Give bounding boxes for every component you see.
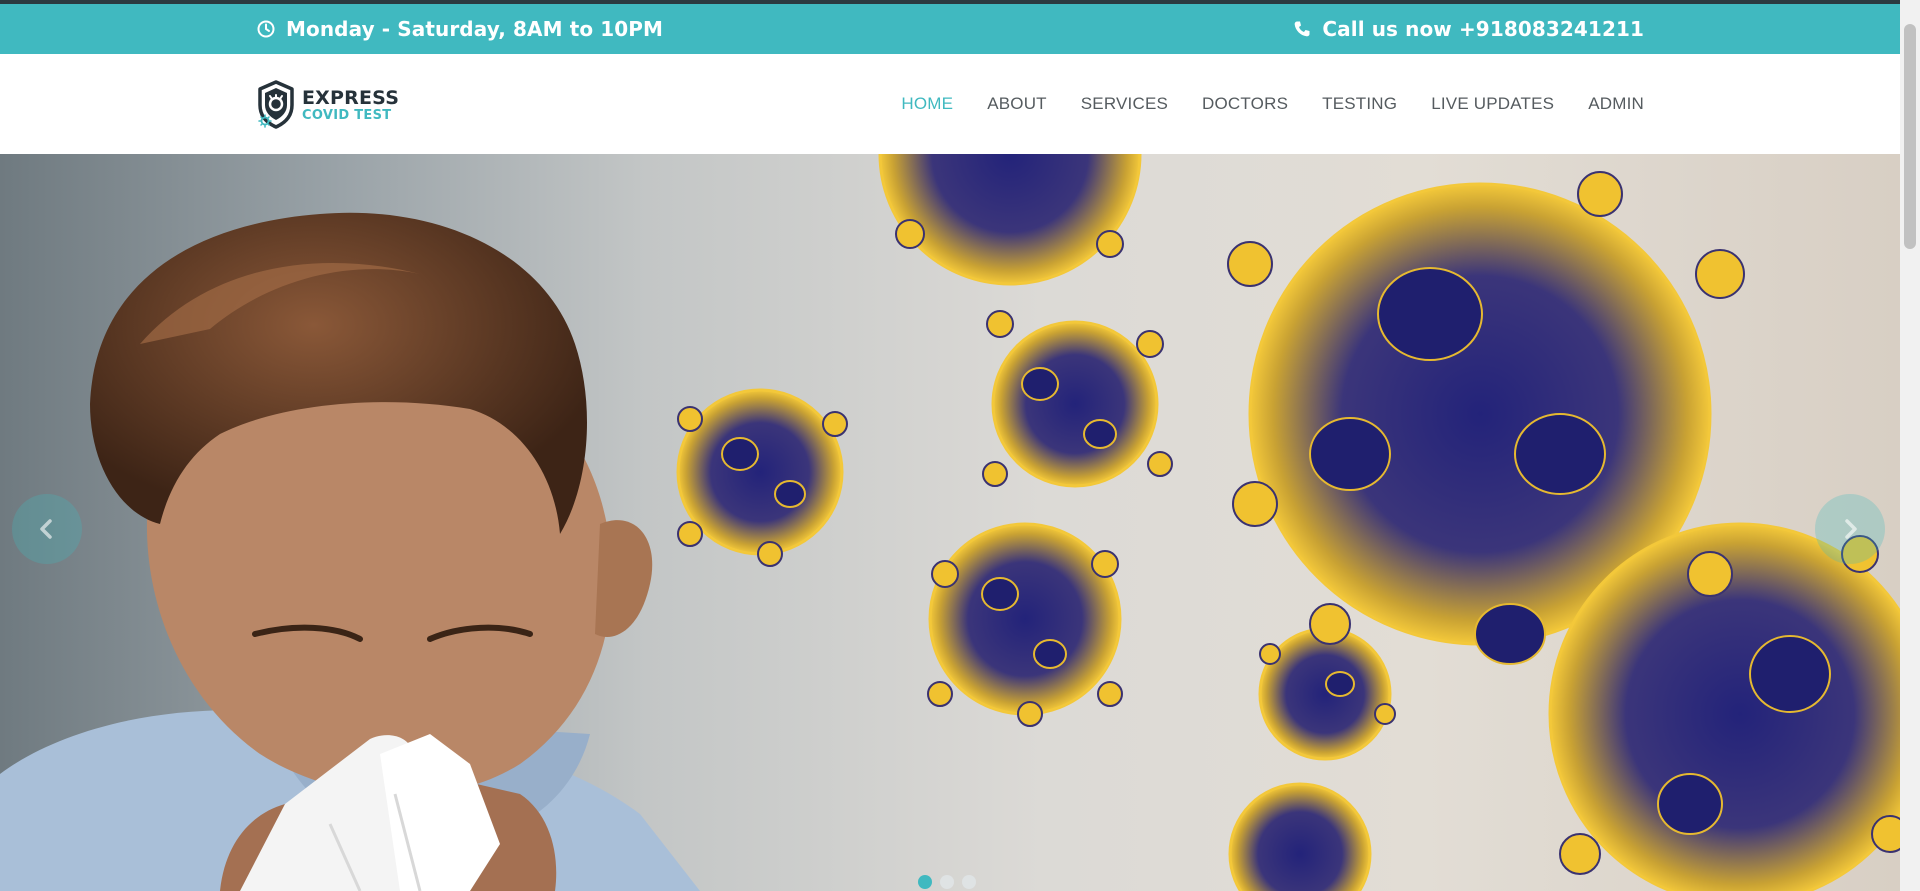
nav-live-updates[interactable]: LIVE UPDATES <box>1431 94 1554 114</box>
nav-testing[interactable]: TESTING <box>1322 94 1397 114</box>
sneezing-man <box>0 212 700 891</box>
chevron-right-icon <box>1845 519 1857 539</box>
phone-number-text[interactable]: Call us now +918083241211 <box>1322 17 1644 41</box>
scrollbar-thumb[interactable] <box>1904 24 1916 249</box>
page-scrollbar[interactable] <box>1900 0 1920 891</box>
nav-services[interactable]: SERVICES <box>1081 94 1168 114</box>
logo-line-1: EXPRESS <box>302 86 400 109</box>
logo-text: EXPRESS COVID TEST <box>302 86 400 123</box>
slider-prev-button[interactable] <box>12 494 82 564</box>
slider-next-button[interactable] <box>1815 494 1885 564</box>
nav-about[interactable]: ABOUT <box>987 94 1047 114</box>
hero-slider[interactable] <box>0 154 1900 891</box>
nav-home[interactable]: HOME <box>901 94 953 114</box>
opening-hours: Monday - Saturday, 8AM to 10PM <box>256 4 663 54</box>
shield-virus-icon <box>258 80 294 129</box>
slider-dot-1[interactable] <box>918 875 932 889</box>
opening-hours-text: Monday - Saturday, 8AM to 10PM <box>286 17 664 41</box>
slider-dot-2[interactable] <box>940 875 954 889</box>
slider-pagination <box>918 875 984 889</box>
top-info-bar: Monday - Saturday, 8AM to 10PM Call us n… <box>0 4 1900 54</box>
site-logo[interactable]: EXPRESS COVID TEST <box>256 78 399 132</box>
hero-image <box>0 154 1900 891</box>
phone-icon <box>1292 19 1312 39</box>
clock-icon <box>256 19 276 39</box>
call-us[interactable]: Call us now +918083241211 <box>1292 4 1644 54</box>
nav-admin[interactable]: ADMIN <box>1588 94 1644 114</box>
primary-menu: HOME ABOUT SERVICES DOCTORS TESTING LIVE… <box>867 54 1644 154</box>
chevron-left-icon <box>40 519 52 539</box>
main-navbar: EXPRESS COVID TEST HOME ABOUT SERVICES D… <box>0 54 1900 155</box>
slider-dot-3[interactable] <box>962 875 976 889</box>
nav-doctors[interactable]: DOCTORS <box>1202 94 1288 114</box>
logo-line-2: COVID TEST <box>302 107 392 123</box>
